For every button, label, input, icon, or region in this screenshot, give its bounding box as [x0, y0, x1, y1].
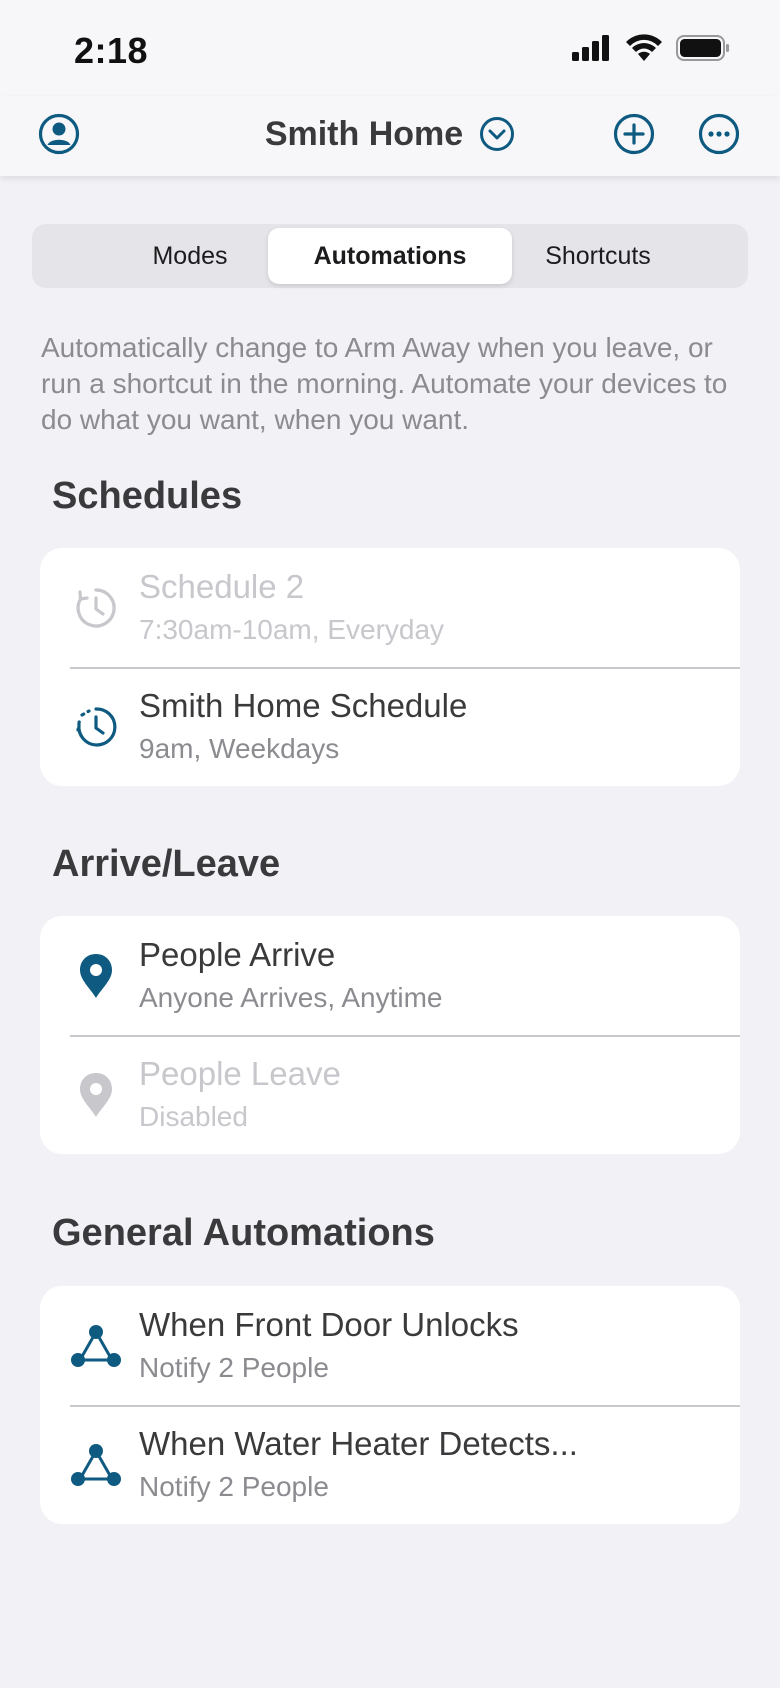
schedule-subtitle: 7:30am-10am, Everyday — [139, 614, 445, 645]
automation-row[interactable]: When Water Heater Detects... Notify 2 Pe… — [40, 1405, 740, 1524]
schedule-row[interactable]: Smith Home Schedule 9am, Weekdays — [40, 667, 740, 786]
arrive-leave-row[interactable]: People Arrive Anyone Arrives, Anytime — [40, 916, 740, 1035]
section-title-arrive-leave: Arrive/Leave — [52, 843, 281, 885]
arrive-leave-subtitle: Disabled — [139, 1101, 248, 1132]
schedule-row[interactable]: Schedule 2 7:30am-10am, Everyday — [40, 548, 740, 667]
status-time: 2:18 — [74, 30, 149, 71]
automation-subtitle: Notify 2 People — [139, 1471, 329, 1502]
intro-text: Automatically change to Arm Away when yo… — [41, 332, 728, 435]
general-automations-card: When Front Door Unlocks Notify 2 People … — [40, 1286, 740, 1524]
status-icons — [572, 34, 730, 62]
clock-history-icon — [70, 701, 122, 753]
arrive-leave-card: People Arrive Anyone Arrives, Anytime Pe… — [40, 916, 740, 1154]
arrive-leave-title: People Leave — [139, 1055, 341, 1092]
automation-nodes-icon — [70, 1439, 122, 1491]
section-title-general-automations: General Automations — [52, 1212, 435, 1254]
location-pin-icon — [70, 950, 122, 1002]
plus-circle-icon — [613, 113, 655, 155]
wifi-icon — [626, 34, 662, 61]
schedule-subtitle: 9am, Weekdays — [139, 733, 340, 764]
automation-nodes-icon — [70, 1320, 122, 1372]
arrive-leave-title: People Arrive — [139, 936, 336, 973]
automation-row[interactable]: When Front Door Unlocks Notify 2 People — [40, 1286, 740, 1405]
add-button[interactable] — [612, 112, 656, 156]
status-bar: 2:18 — [0, 0, 780, 96]
section-title-schedules: Schedules — [52, 475, 243, 517]
tab-shortcuts[interactable]: Shortcuts — [476, 228, 720, 284]
segmented-control: Modes Automations Shortcuts — [32, 224, 748, 288]
location-pin-icon — [70, 1069, 122, 1121]
home-selector[interactable]: Smith Home — [0, 110, 780, 158]
arrive-leave-subtitle: Anyone Arrives, Anytime — [139, 982, 443, 1013]
schedules-card: Schedule 2 7:30am-10am, Everyday Smith H… — [40, 548, 740, 786]
more-button[interactable] — [697, 112, 741, 156]
schedule-title: Schedule 2 — [139, 568, 305, 605]
home-title: Smith Home — [264, 114, 464, 153]
more-icon — [698, 113, 740, 155]
signal-icon — [572, 35, 609, 61]
automation-title: When Front Door Unlocks — [139, 1306, 519, 1343]
chevron-down-icon — [480, 117, 515, 151]
schedule-title: Smith Home Schedule — [139, 687, 468, 724]
navigation-bar: Smith Home — [0, 96, 780, 176]
battery-icon — [676, 35, 729, 61]
automation-title: When Water Heater Detects... — [139, 1425, 578, 1462]
arrive-leave-row[interactable]: People Leave Disabled — [40, 1035, 740, 1154]
clock-history-icon — [70, 582, 122, 634]
automation-subtitle: Notify 2 People — [139, 1352, 329, 1383]
